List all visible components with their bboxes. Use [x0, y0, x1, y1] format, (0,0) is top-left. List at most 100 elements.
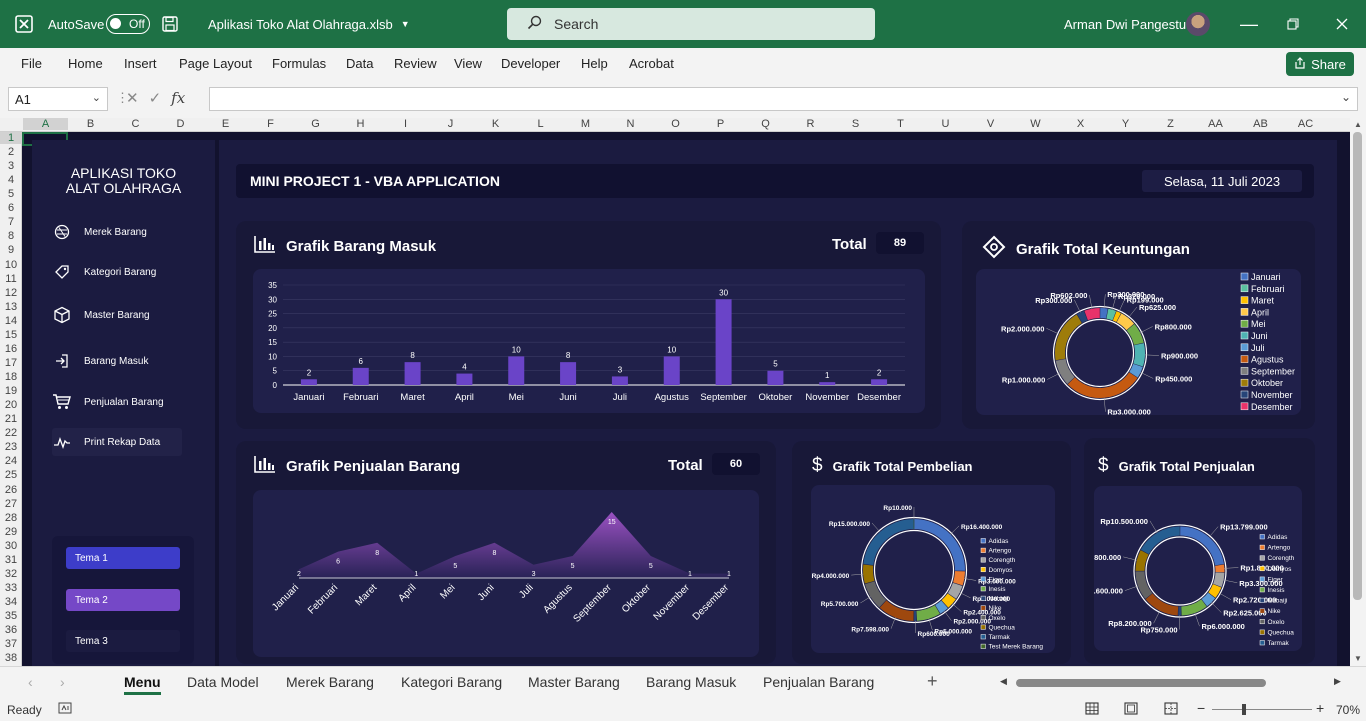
sidebar-item-barang-masuk[interactable]: Barang Masuk: [52, 347, 202, 375]
column-header[interactable]: J: [428, 118, 473, 130]
sidebar-item-master-barang[interactable]: Master Barang: [52, 301, 202, 329]
row-header[interactable]: 14: [0, 315, 22, 327]
row-header[interactable]: 29: [0, 526, 22, 538]
sheet-tab-kategori-barang[interactable]: Kategori Barang: [401, 674, 502, 690]
search-box[interactable]: Search: [507, 8, 875, 40]
column-header[interactable]: D: [158, 118, 203, 130]
column-header[interactable]: B: [68, 118, 113, 130]
zoom-slider-handle[interactable]: [1242, 704, 1246, 715]
column-header[interactable]: X: [1058, 118, 1103, 130]
row-header[interactable]: 34: [0, 596, 22, 608]
row-header[interactable]: 28: [0, 512, 22, 524]
cancel-icon[interactable]: ✕: [126, 89, 139, 107]
sheet-tab-menu[interactable]: Menu: [124, 674, 161, 695]
column-header[interactable]: C: [113, 118, 158, 130]
tab-review[interactable]: Review: [394, 56, 437, 71]
column-header[interactable]: V: [968, 118, 1013, 130]
row-header[interactable]: 10: [0, 259, 22, 271]
column-header[interactable]: P: [698, 118, 743, 130]
sidebar-item-print-rekap-data[interactable]: Print Rekap Data: [52, 428, 182, 456]
expand-formula-icon[interactable]: ⌄: [1341, 90, 1351, 104]
horizontal-scrollbar[interactable]: ◀ ▶: [1000, 676, 1350, 690]
restore-icon[interactable]: [1287, 0, 1299, 48]
user-name[interactable]: Arman Dwi Pangestu: [1064, 0, 1186, 48]
sheet-tab-data-model[interactable]: Data Model: [187, 674, 259, 690]
theme-2-button[interactable]: Tema 2: [66, 589, 180, 611]
scroll-left-icon[interactable]: ◀: [1000, 676, 1007, 687]
row-header[interactable]: 3: [0, 160, 22, 172]
accessibility-icon[interactable]: [58, 702, 72, 717]
row-header[interactable]: 6: [0, 202, 22, 214]
row-header[interactable]: 23: [0, 441, 22, 453]
row-header[interactable]: 2: [0, 146, 22, 158]
save-icon[interactable]: [161, 0, 179, 48]
prev-sheet-icon[interactable]: ‹: [28, 674, 33, 690]
scroll-down-icon[interactable]: ▼: [1354, 654, 1362, 663]
row-header[interactable]: 20: [0, 399, 22, 411]
row-header[interactable]: 5: [0, 188, 22, 200]
page-layout-icon[interactable]: [1124, 702, 1138, 718]
filename-dropdown[interactable]: Aplikasi Toko Alat Olahraga.xlsb ▼: [208, 0, 410, 48]
row-header[interactable]: 32: [0, 568, 22, 580]
row-header[interactable]: 21: [0, 413, 22, 425]
row-header[interactable]: 15: [0, 329, 22, 341]
sidebar-item-kategori-barang[interactable]: Kategori Barang: [52, 258, 202, 286]
row-header[interactable]: 24: [0, 455, 22, 467]
row-header[interactable]: 25: [0, 469, 22, 481]
zoom-out-icon[interactable]: −: [1197, 700, 1205, 716]
insert-function-icon[interactable]: fx: [171, 89, 185, 107]
row-header[interactable]: 19: [0, 385, 22, 397]
row-header[interactable]: 37: [0, 638, 22, 650]
name-box[interactable]: A1 ⌄: [8, 87, 108, 111]
sidebar-item-merek-barang[interactable]: Merek Barang: [52, 218, 202, 246]
column-header[interactable]: K: [473, 118, 518, 130]
column-header[interactable]: R: [788, 118, 833, 130]
tab-file[interactable]: File: [21, 56, 42, 71]
row-header[interactable]: 1: [0, 132, 22, 144]
column-header[interactable]: AB: [1238, 118, 1283, 130]
zoom-slider[interactable]: [1212, 704, 1312, 715]
scroll-right-icon[interactable]: ▶: [1334, 676, 1341, 687]
column-header[interactable]: AA: [1193, 118, 1238, 130]
zoom-in-icon[interactable]: +: [1316, 700, 1324, 716]
sheet-tab-barang-masuk[interactable]: Barang Masuk: [646, 674, 736, 690]
tab-page-layout[interactable]: Page Layout: [179, 56, 252, 71]
sheet-tab-master-barang[interactable]: Master Barang: [528, 674, 620, 690]
row-header[interactable]: 17: [0, 357, 22, 369]
row-header[interactable]: 7: [0, 216, 22, 228]
avatar[interactable]: [1186, 0, 1210, 48]
hscroll-thumb[interactable]: [1016, 679, 1266, 687]
row-header[interactable]: 33: [0, 582, 22, 594]
row-header[interactable]: 26: [0, 484, 22, 496]
tab-view[interactable]: View: [454, 56, 482, 71]
add-sheet-icon[interactable]: +: [927, 671, 938, 692]
formula-input[interactable]: ⌄: [209, 87, 1358, 111]
close-icon[interactable]: [1336, 0, 1348, 48]
column-header[interactable]: E: [203, 118, 248, 130]
column-header[interactable]: M: [563, 118, 608, 130]
column-header[interactable]: L: [518, 118, 563, 130]
tab-formulas[interactable]: Formulas: [272, 56, 326, 71]
select-all-corner[interactable]: [0, 118, 22, 131]
tab-acrobat[interactable]: Acrobat: [629, 56, 674, 71]
row-header[interactable]: 8: [0, 230, 22, 242]
column-header[interactable]: A: [23, 118, 68, 130]
row-header[interactable]: 36: [0, 624, 22, 636]
column-header[interactable]: U: [923, 118, 968, 130]
minimize-icon[interactable]: —: [1240, 0, 1258, 48]
tab-developer[interactable]: Developer: [501, 56, 560, 71]
column-header[interactable]: AC: [1283, 118, 1328, 130]
zoom-level[interactable]: 70%: [1336, 703, 1360, 717]
column-header[interactable]: Y: [1103, 118, 1148, 130]
share-button[interactable]: Share: [1286, 52, 1354, 76]
row-header[interactable]: 22: [0, 427, 22, 439]
row-header[interactable]: 35: [0, 610, 22, 622]
normal-view-icon[interactable]: [1085, 702, 1099, 718]
tab-help[interactable]: Help: [581, 56, 608, 71]
column-header[interactable]: Z: [1148, 118, 1193, 130]
theme-3-button[interactable]: Tema 3: [66, 630, 180, 652]
column-header[interactable]: S: [833, 118, 878, 130]
column-header[interactable]: N: [608, 118, 653, 130]
column-header[interactable]: Q: [743, 118, 788, 130]
page-break-icon[interactable]: [1164, 702, 1178, 718]
